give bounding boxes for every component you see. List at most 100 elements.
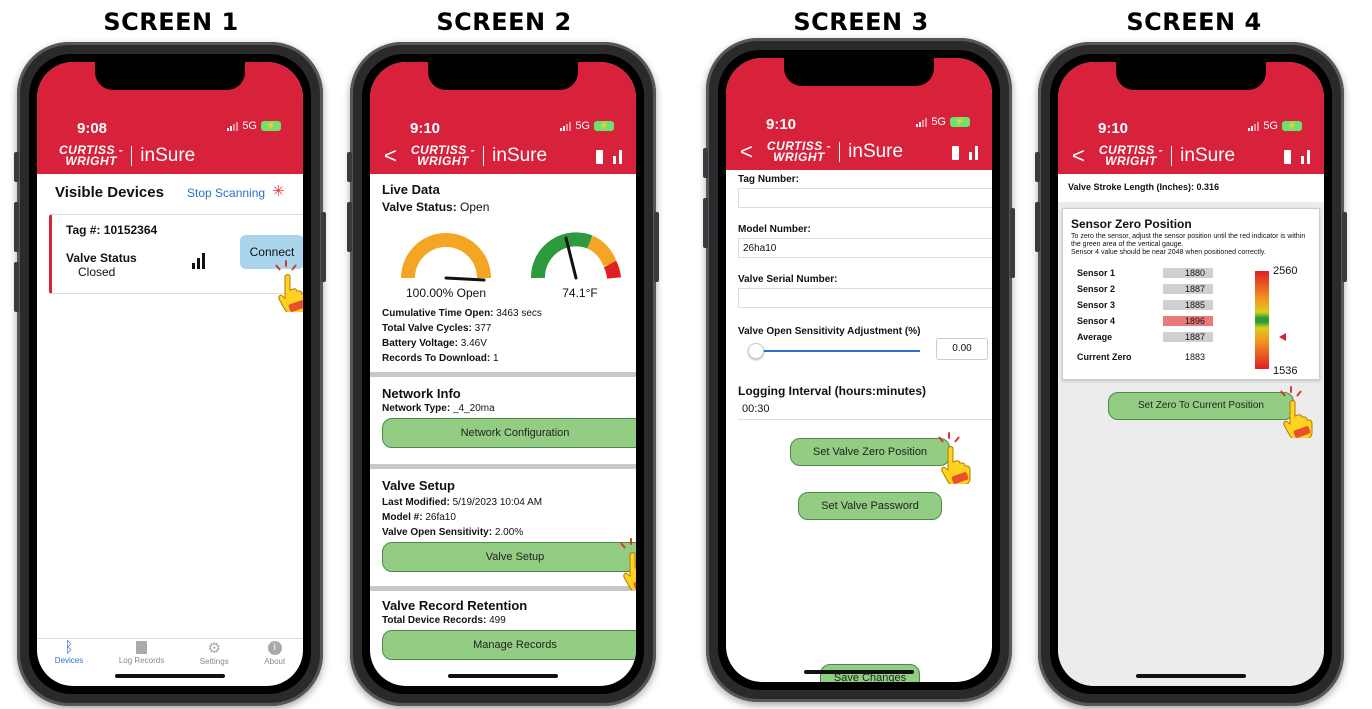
scale-min: 1536 <box>1273 365 1298 377</box>
scale-max: 2560 <box>1273 265 1298 277</box>
record-retention-title: Valve Record Retention <box>382 598 528 613</box>
vertical-gauge <box>1255 271 1269 369</box>
logging-interval-label: Logging Interval (hours:minutes) <box>738 384 926 398</box>
document-icon <box>136 641 148 654</box>
back-icon[interactable]: < <box>1072 143 1085 169</box>
sensor-zero-panel: Sensor Zero Position To zero the sensor,… <box>1062 208 1320 380</box>
brand-logo: CURTISS - WRIGHT <box>766 139 832 164</box>
valve-setup-button[interactable]: Valve Setup <box>382 542 636 572</box>
sensitivity-label: Valve Open Sensitivity Adjustment (%) <box>738 326 921 337</box>
brand-logo: CURTISS - WRIGHT <box>410 143 476 168</box>
screen-title-1: SCREEN 1 <box>103 8 239 36</box>
tap-hand-icon <box>274 260 303 315</box>
serial-number-label: Valve Serial Number: <box>738 274 838 285</box>
status-time: 9:10 <box>1098 120 1129 137</box>
stop-scanning-link[interactable]: Stop Scanning <box>187 186 265 200</box>
model-value: 26fa10 <box>425 512 456 523</box>
set-zero-button[interactable]: Set Zero To Current Position <box>1108 392 1294 420</box>
last-modified-value: 5/19/2023 10:04 AM <box>452 497 543 508</box>
info-icon: i <box>267 641 282 655</box>
network-type: 5G <box>242 120 257 132</box>
connect-button[interactable]: Connect <box>240 235 303 269</box>
signal-strength-icon <box>192 253 205 269</box>
tap-hand-icon <box>1279 386 1314 441</box>
battery-charging-icon: ⚡ <box>594 121 614 131</box>
current-zero-value: 1883 <box>1185 352 1206 362</box>
logging-interval-field[interactable]: 00:30 <box>738 400 992 420</box>
screen-title-3: SCREEN 3 <box>793 8 929 36</box>
tap-hand-icon <box>619 538 636 593</box>
phone-screen-3: 9:10 5G ⚡ < CURTISS - WRIGHT inSure Tag N… <box>703 38 1015 702</box>
sensitivity-slider[interactable] <box>748 343 920 359</box>
nav-about[interactable]: i About <box>264 639 285 682</box>
device-battery-icon <box>596 150 603 164</box>
cell-signal-icon <box>227 121 239 131</box>
network-configuration-button[interactable]: Network Configuration <box>382 418 636 448</box>
status-time: 9:08 <box>77 120 108 137</box>
page-title: Visible Devices <box>55 184 164 201</box>
device-signal-icon <box>1301 148 1310 164</box>
battery-charging-icon: ⚡ <box>261 121 281 131</box>
phone-screen-1: 9:08 5G ⚡ CURTISS - WRIGHT inSure Visible… <box>14 42 326 706</box>
brand-logo: CURTISS - WRIGHT <box>1098 143 1164 168</box>
sensitivity-value-field[interactable]: 0.00 <box>936 338 988 360</box>
set-valve-zero-button[interactable]: Set Valve Zero Position <box>790 438 950 466</box>
gauge-indicator-icon <box>1279 333 1286 341</box>
serial-number-field[interactable] <box>738 288 992 308</box>
stats-list: Cumulative Time Open: 3463 secs Total Va… <box>382 308 542 364</box>
valve-setup-title: Valve Setup <box>382 478 455 493</box>
sensor-list: Sensor 1 1880 Sensor 2 1887 Sensor 3 1885 S… <box>1077 265 1217 369</box>
temperature-value: 74.1°F <box>562 286 598 300</box>
panel-title: Sensor Zero Position <box>1071 217 1192 231</box>
open-percent-value: 100.00% Open <box>405 286 487 300</box>
brand-logo: CURTISS - WRIGHT <box>59 143 124 168</box>
cell-signal-icon <box>916 117 928 127</box>
back-icon[interactable]: < <box>740 139 753 165</box>
tap-hand-icon <box>937 432 972 487</box>
phone-screen-2: 9:10 5G ⚡ < CURTISS - WRIGHT inSure Live … <box>347 42 659 706</box>
bluetooth-icon: ᛒ <box>64 639 74 656</box>
device-signal-icon <box>969 144 978 160</box>
network-type: 5G <box>931 116 946 128</box>
screen-title-2: SCREEN 2 <box>436 8 572 36</box>
cell-signal-icon <box>1248 121 1260 131</box>
app-name: inSure <box>492 145 548 166</box>
phone-screen-4: 9:10 5G ⚡ < CURTISS - WRIGHT inSure Valve… <box>1035 42 1347 706</box>
back-icon[interactable]: < <box>384 143 397 169</box>
set-valve-password-button[interactable]: Set Valve Password <box>798 492 942 520</box>
tag-value: 10152364 <box>103 223 158 237</box>
valve-status-value: Open <box>460 200 490 214</box>
device-card[interactable]: Tag #: 10152364 Valve Status Closed Conn… <box>49 214 303 294</box>
nav-devices[interactable]: ᛒ Devices <box>55 639 83 682</box>
spinner-icon: ✳ <box>272 183 285 200</box>
status-time: 9:10 <box>410 120 441 137</box>
status-label: Valve Status <box>66 251 137 265</box>
tag-number-label: Tag Number: <box>738 174 799 185</box>
network-type: 5G <box>575 120 590 132</box>
battery-charging-icon: ⚡ <box>950 117 970 127</box>
status-value: Closed <box>78 265 116 279</box>
live-data-title: Live Data <box>382 182 440 197</box>
network-info-title: Network Info <box>382 386 461 401</box>
stroke-length-value: 0.316 <box>1196 182 1220 192</box>
screen-title-4: SCREEN 4 <box>1126 8 1262 36</box>
app-name: inSure <box>140 145 196 166</box>
manage-records-button[interactable]: Manage Records <box>382 630 636 660</box>
network-type: 5G <box>1263 120 1278 132</box>
app-name: inSure <box>1180 145 1236 166</box>
device-signal-icon <box>613 148 622 164</box>
status-time: 9:10 <box>766 116 797 133</box>
temperature-gauge <box>530 232 621 280</box>
app-name: inSure <box>848 141 904 162</box>
records-value: 499 <box>489 615 506 626</box>
slider-thumb[interactable] <box>748 343 764 359</box>
sensitivity-value: 2.00% <box>494 527 524 538</box>
device-battery-icon <box>1284 150 1291 164</box>
gear-icon: ⚙ <box>207 640 221 657</box>
battery-charging-icon: ⚡ <box>1282 121 1302 131</box>
tag-number-field[interactable] <box>738 188 992 208</box>
model-number-label: Model Number: <box>738 224 811 235</box>
open-percent-gauge <box>401 233 491 282</box>
cell-signal-icon <box>560 121 572 131</box>
model-number-field[interactable]: 26ha10 <box>738 238 992 258</box>
